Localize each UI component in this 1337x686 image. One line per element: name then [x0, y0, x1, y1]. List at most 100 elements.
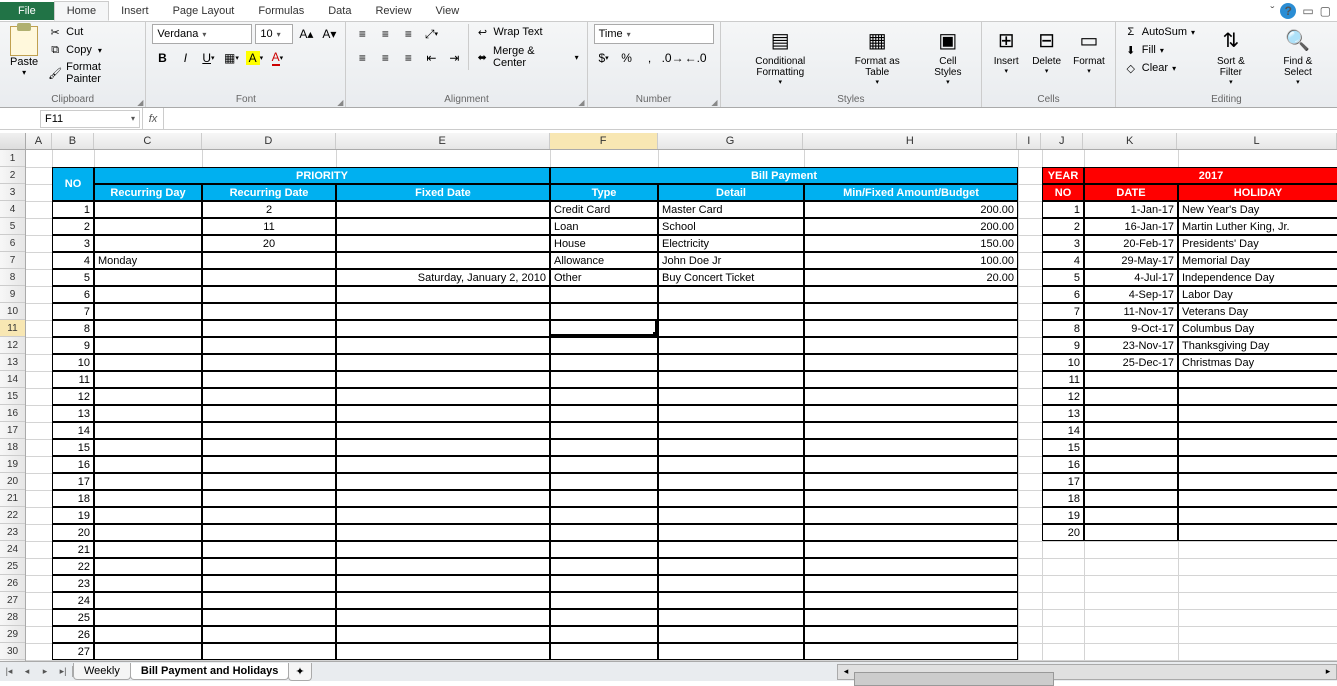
row-header[interactable]: 29: [0, 626, 25, 643]
cell[interactable]: [336, 490, 550, 507]
cell[interactable]: PRIORITY: [94, 167, 550, 184]
cell[interactable]: [550, 286, 658, 303]
cell[interactable]: Columbus Day: [1178, 320, 1337, 337]
cell[interactable]: [1084, 507, 1178, 524]
cell[interactable]: [202, 422, 336, 439]
cell[interactable]: [202, 320, 336, 337]
cell[interactable]: [336, 626, 550, 643]
cell[interactable]: [94, 473, 202, 490]
cell[interactable]: [1084, 422, 1178, 439]
column-header[interactable]: L: [1177, 133, 1337, 149]
cell[interactable]: [336, 201, 550, 218]
comma-button[interactable]: ,: [640, 48, 660, 68]
conditional-formatting-button[interactable]: ▤Conditional Formatting▾: [727, 24, 834, 88]
cell[interactable]: [202, 456, 336, 473]
cell[interactable]: [658, 439, 804, 456]
cell[interactable]: 15: [52, 439, 94, 456]
launcher-icon[interactable]: ◢: [337, 98, 343, 107]
cell[interactable]: 16-Jan-17: [1084, 218, 1178, 235]
decrease-font-button[interactable]: A▾: [319, 24, 339, 44]
row-header[interactable]: 26: [0, 575, 25, 592]
cell[interactable]: HOLIDAY: [1178, 184, 1337, 201]
cell[interactable]: [94, 558, 202, 575]
cell[interactable]: 20-Feb-17: [1084, 235, 1178, 252]
cell[interactable]: [202, 524, 336, 541]
insert-tab[interactable]: Insert: [109, 2, 161, 20]
cell[interactable]: 11: [202, 218, 336, 235]
cell[interactable]: [658, 524, 804, 541]
cell[interactable]: [804, 626, 1018, 643]
cell[interactable]: Recurring Day: [94, 184, 202, 201]
cell[interactable]: [550, 575, 658, 592]
sort-filter-button[interactable]: ⇅Sort & Filter▾: [1201, 24, 1261, 88]
formula-input[interactable]: [164, 108, 1337, 129]
cell[interactable]: [202, 286, 336, 303]
sheet-tab-bill[interactable]: Bill Payment and Holidays: [130, 663, 290, 680]
window-max-icon[interactable]: ▢: [1320, 4, 1331, 18]
window-min-icon[interactable]: ▭: [1302, 4, 1313, 18]
cell[interactable]: [1084, 456, 1178, 473]
row-header[interactable]: 7: [0, 252, 25, 269]
cell[interactable]: 23: [52, 575, 94, 592]
cell[interactable]: [550, 354, 658, 371]
cell[interactable]: [804, 320, 1018, 337]
cell[interactable]: [550, 507, 658, 524]
cell[interactable]: [94, 269, 202, 286]
cell[interactable]: [804, 592, 1018, 609]
cell[interactable]: 17: [52, 473, 94, 490]
cell[interactable]: [202, 269, 336, 286]
cell[interactable]: [550, 609, 658, 626]
cell[interactable]: 3: [1042, 235, 1084, 252]
wrap-text-button[interactable]: ↩Wrap Text: [473, 24, 580, 40]
row-header[interactable]: 20: [0, 473, 25, 490]
cell[interactable]: [94, 405, 202, 422]
column-header[interactable]: H: [803, 133, 1017, 149]
cell[interactable]: [1084, 371, 1178, 388]
percent-button[interactable]: %: [617, 48, 637, 68]
launcher-icon[interactable]: ◢: [711, 98, 717, 107]
cell[interactable]: [336, 541, 550, 558]
cell[interactable]: NO: [1042, 184, 1084, 201]
cell[interactable]: Monday: [94, 252, 202, 269]
cell[interactable]: [202, 609, 336, 626]
cell[interactable]: [804, 422, 1018, 439]
cell[interactable]: 3: [52, 235, 94, 252]
cell[interactable]: 20.00: [804, 269, 1018, 286]
cell[interactable]: [1178, 439, 1337, 456]
cell[interactable]: [804, 388, 1018, 405]
column-header[interactable]: J: [1041, 133, 1083, 149]
row-header[interactable]: 8: [0, 269, 25, 286]
cell[interactable]: [202, 337, 336, 354]
cell[interactable]: 25: [52, 609, 94, 626]
fill-color-button[interactable]: A▾: [244, 48, 264, 68]
cell[interactable]: 29-May-17: [1084, 252, 1178, 269]
italic-button[interactable]: I: [175, 48, 195, 68]
cell[interactable]: 10: [52, 354, 94, 371]
launcher-icon[interactable]: ◢: [578, 98, 584, 107]
cell[interactable]: Electricity: [658, 235, 804, 252]
cell[interactable]: Bill Payment: [550, 167, 1018, 184]
cell[interactable]: Buy Concert Ticket: [658, 269, 804, 286]
cell[interactable]: Detail: [658, 184, 804, 201]
cell[interactable]: 18: [52, 490, 94, 507]
cell[interactable]: Labor Day: [1178, 286, 1337, 303]
cell[interactable]: 20: [202, 235, 336, 252]
prev-sheet-button[interactable]: ◂: [18, 666, 36, 677]
select-all-corner[interactable]: [0, 133, 26, 149]
pagelayout-tab[interactable]: Page Layout: [161, 2, 247, 20]
increase-font-button[interactable]: A▴: [296, 24, 316, 44]
cell[interactable]: [658, 643, 804, 660]
cell[interactable]: 9: [52, 337, 94, 354]
row-header[interactable]: 9: [0, 286, 25, 303]
cell[interactable]: [336, 405, 550, 422]
cell[interactable]: [336, 456, 550, 473]
cell[interactable]: 7: [52, 303, 94, 320]
grid[interactable]: ABCDEFGHIJKL 123456789101112131415161718…: [0, 133, 1337, 661]
cell[interactable]: [94, 235, 202, 252]
cell[interactable]: [1084, 439, 1178, 456]
bold-button[interactable]: B: [152, 48, 172, 68]
cell[interactable]: [202, 541, 336, 558]
orientation-button[interactable]: ⤢▾: [421, 24, 441, 44]
cell[interactable]: [1178, 371, 1337, 388]
data-tab[interactable]: Data: [316, 2, 363, 20]
